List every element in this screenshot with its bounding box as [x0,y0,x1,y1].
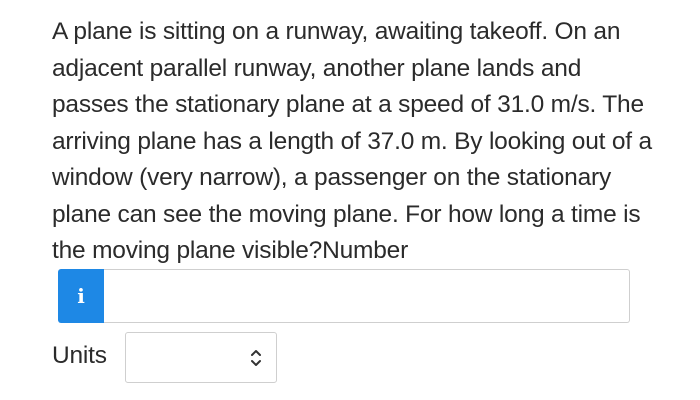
number-answer-row: i [58,269,630,323]
units-label: Units [52,342,107,369]
units-select[interactable] [125,332,277,383]
info-icon[interactable]: i [58,269,104,323]
chevron-up-down-icon [251,350,261,366]
question-text: A plane is sitting on a runway, awaiting… [52,18,652,264]
number-answer-input[interactable] [104,269,630,323]
